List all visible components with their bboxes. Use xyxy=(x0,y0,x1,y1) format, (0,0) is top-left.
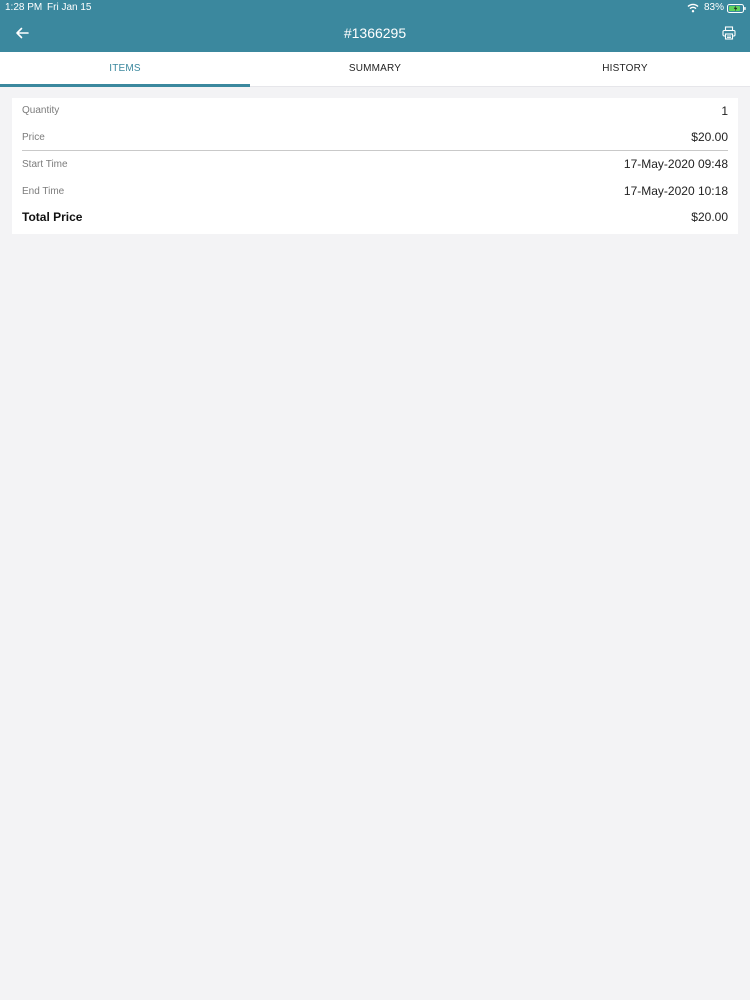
start-time-row: Start Time 17-May-2020 09:48 xyxy=(22,152,728,176)
price-row: Price $20.00 xyxy=(22,125,728,149)
end-time-label: End Time xyxy=(22,185,65,197)
navigation-bar: #1366295 xyxy=(0,15,750,52)
tab-history[interactable]: HISTORY xyxy=(500,52,750,86)
item-details-card: Quantity 1 Price $20.00 Start Time 17-Ma… xyxy=(12,98,738,234)
wifi-icon xyxy=(687,3,699,13)
total-price-value: $20.00 xyxy=(691,210,728,224)
quantity-label: Quantity xyxy=(22,105,60,116)
printer-icon xyxy=(722,26,736,40)
battery-charging-icon xyxy=(727,3,746,13)
status-bar: 1:28 PM Fri Jan 15 83% xyxy=(0,0,750,15)
total-price-label: Total Price xyxy=(22,210,83,224)
start-time-label: Start Time xyxy=(22,158,68,170)
price-value: $20.00 xyxy=(691,130,728,144)
quantity-value: 1 xyxy=(721,103,728,118)
quantity-row: Quantity 1 xyxy=(22,98,728,123)
tab-items[interactable]: ITEMS xyxy=(0,52,250,87)
arrow-left-icon xyxy=(16,27,29,39)
divider xyxy=(22,150,728,151)
top-bar: 1:28 PM Fri Jan 15 83% #1366295 xyxy=(0,0,750,52)
status-indicators: 83% xyxy=(687,0,746,15)
end-time-row: End Time 17-May-2020 10:18 xyxy=(22,179,728,203)
start-time-value: 17-May-2020 09:48 xyxy=(623,157,728,171)
print-button[interactable] xyxy=(720,24,738,42)
back-button[interactable] xyxy=(12,23,32,43)
end-time-value: 17-May-2020 10:18 xyxy=(623,184,728,198)
tab-summary[interactable]: SUMMARY xyxy=(250,52,500,86)
status-date: Fri Jan 15 xyxy=(47,2,92,13)
total-price-row: Total Price $20.00 xyxy=(22,205,728,229)
battery-percent: 83% xyxy=(703,2,724,13)
status-time: 1:28 PM xyxy=(5,2,43,13)
tab-bar: ITEMS SUMMARY HISTORY xyxy=(0,52,750,87)
page-title: #1366295 xyxy=(343,25,407,41)
price-label: Price xyxy=(22,131,45,143)
order-detail-screen: 1:28 PM Fri Jan 15 83% #1366295 ITEMS SU… xyxy=(0,0,750,1000)
